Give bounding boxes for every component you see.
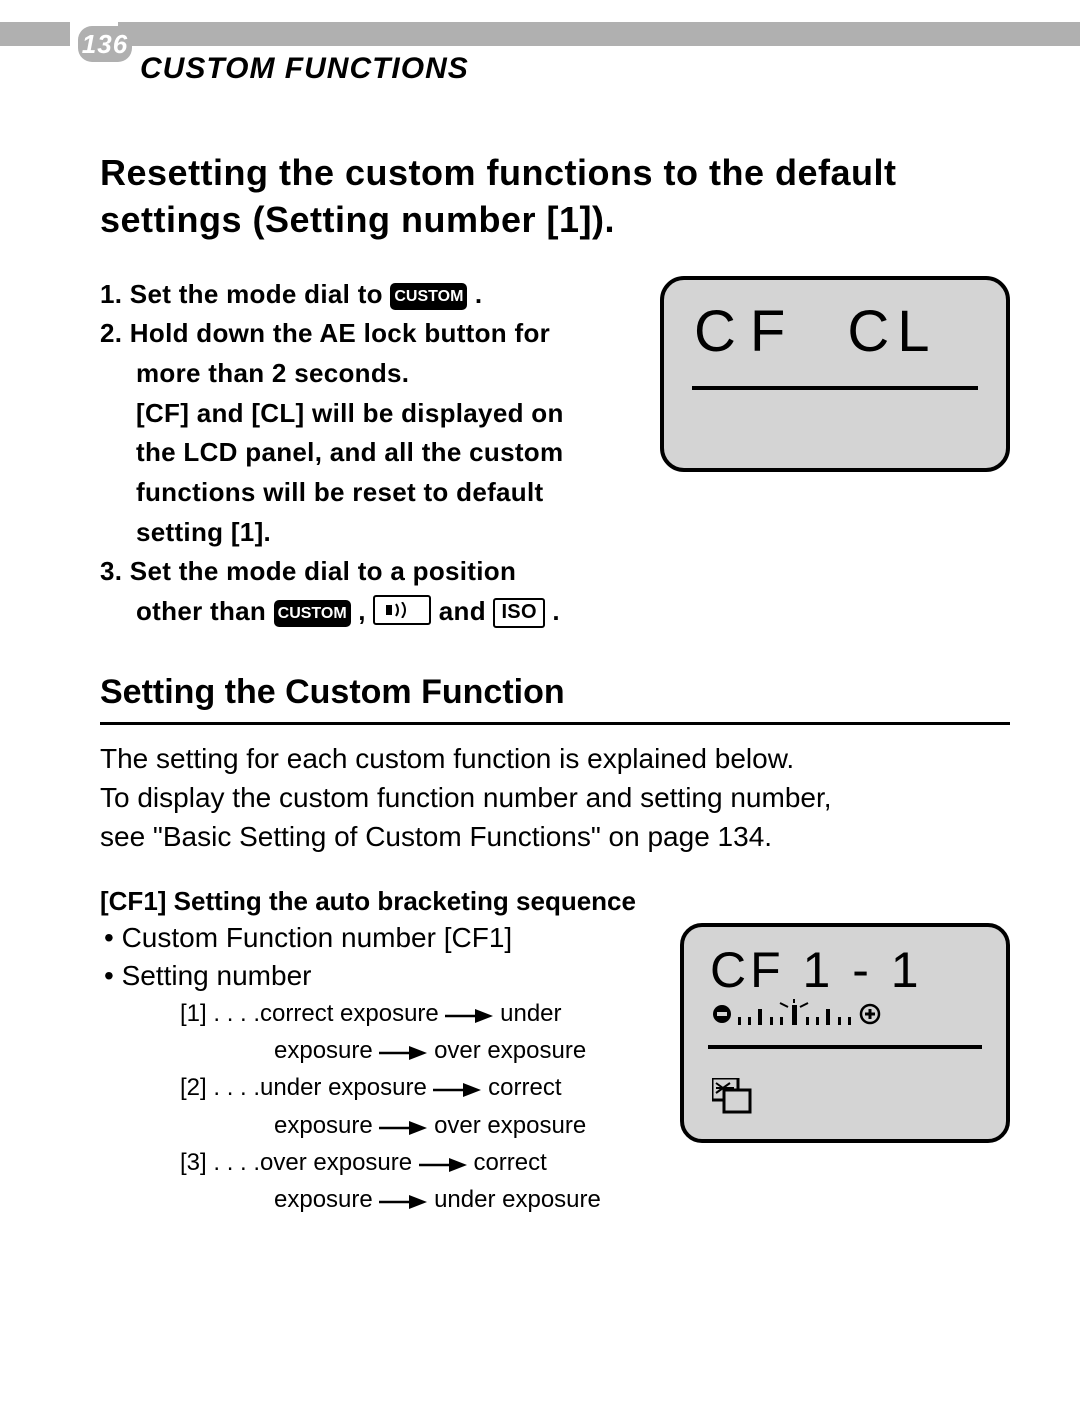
band-right: [118, 22, 1080, 46]
header-band: [0, 22, 1080, 46]
cf1-bullets: • Custom Function number [CF1] • Setting…: [100, 919, 662, 995]
arrow-icon: [433, 1083, 481, 1097]
cf1-opt2-b: correct: [488, 1074, 561, 1101]
page-number-badge: 136: [78, 26, 132, 62]
cf1-block: [CF1] Setting the auto bracketing sequen…: [100, 886, 1010, 1218]
lcd-panel-1: CF CL: [660, 276, 1010, 476]
arrow-icon: [379, 1121, 427, 1135]
cf1-bullet-1: • Custom Function number [CF1]: [100, 919, 662, 957]
lcd-box-2: CF 1 - 1: [680, 923, 1010, 1143]
iso-chip: ISO: [493, 598, 544, 628]
step-1: 1. Set the mode dial to CUSTOM .: [100, 276, 630, 314]
content: Resetting the custom functions to the de…: [100, 150, 1010, 1218]
cf1-opt2-d: over exposure: [434, 1112, 586, 1139]
arrow-icon: [445, 1009, 493, 1023]
step-3-part-d: .: [545, 596, 560, 626]
cf1-opt2-a: [2] . . . .under exposure: [180, 1074, 433, 1101]
cf1-opt3-a: [3] . . . .over exposure: [180, 1149, 419, 1176]
cf1-opt1-cont: exposure over exposure: [180, 1032, 662, 1069]
step-3-line-1: 3. Set the mode dial to a position: [100, 553, 630, 591]
steps-list: 1. Set the mode dial to CUSTOM . 2. Hold…: [100, 276, 630, 633]
lcd-1-divider: [692, 386, 978, 390]
band-left: [0, 22, 70, 46]
step-2-line-5: functions will be reset to default: [100, 474, 630, 512]
cf1-opt2: [2] . . . .under exposure correct: [180, 1069, 662, 1106]
step-1-suffix: .: [467, 279, 482, 309]
lcd-2-exposure-scale: [710, 999, 920, 1029]
cf1-left: • Custom Function number [CF1] • Setting…: [100, 917, 662, 1218]
body-line-1: The setting for each custom function is …: [100, 743, 794, 774]
step-1-prefix: 1. Set the mode dial to: [100, 279, 390, 309]
body-paragraph: The setting for each custom function is …: [100, 739, 1010, 857]
lcd-1-text: CF CL: [694, 298, 937, 365]
remote-icon: [373, 595, 431, 625]
step-2-line-1: 2. Hold down the AE lock button for: [100, 315, 630, 353]
cf1-opt3-b: correct: [473, 1149, 546, 1176]
cf1-opt3: [3] . . . .over exposure correct: [180, 1144, 662, 1181]
step-2-line-4: the LCD panel, and all the custom: [100, 434, 630, 472]
page: 136 CUSTOM FUNCTIONS Resetting the custo…: [0, 0, 1080, 1427]
lcd-1-right: CL: [847, 299, 937, 364]
custom-mode-chip-2: CUSTOM: [274, 600, 351, 627]
step-2-line-3: [CF] and [CL] will be displayed on: [100, 395, 630, 433]
lcd-1-left: CF: [694, 299, 799, 364]
step-2-line-2: more than 2 seconds.: [100, 355, 630, 393]
heading-line-2: settings (Setting number [1]).: [100, 199, 615, 240]
step-3-part-a: other than: [136, 596, 274, 626]
step-2-line-6: setting [1].: [100, 514, 630, 552]
body-line-3: see "Basic Setting of Custom Functions" …: [100, 821, 772, 852]
step-3-line-2: other than CUSTOM , and ISO .: [100, 593, 630, 631]
lcd-panel-2: CF 1 - 1: [680, 923, 1010, 1123]
cf1-opt1-a: [1] . . . .correct exposure: [180, 1000, 445, 1027]
step-3-part-b: ,: [351, 596, 374, 626]
lcd-2-text: CF 1 - 1: [710, 941, 923, 999]
cf1-title: [CF1] Setting the auto bracketing sequen…: [100, 886, 1010, 917]
cf1-opt1: [1] . . . .correct exposure under: [180, 995, 662, 1032]
page-heading: Resetting the custom functions to the de…: [100, 150, 1010, 244]
heading-line-1: Resetting the custom functions to the de…: [100, 152, 897, 193]
cf1-opt2-cont: exposure over exposure: [180, 1107, 662, 1144]
cf1-opt3-d: under exposure: [434, 1186, 601, 1213]
arrow-icon: [379, 1195, 427, 1209]
lcd-2-divider: [708, 1045, 982, 1049]
arrow-icon: [419, 1158, 467, 1172]
lcd-box-1: CF CL: [660, 276, 1010, 472]
step-3-part-c: and: [439, 596, 494, 626]
subheading: Setting the Custom Function: [100, 673, 1010, 725]
cf1-opt2-c: exposure: [274, 1112, 379, 1139]
cf1-bullet-2: • Setting number: [100, 957, 662, 995]
cf1-opt1-b: under: [500, 1000, 561, 1027]
continuous-drive-icon: [712, 1078, 758, 1119]
cf1-opt3-cont: exposure under exposure: [180, 1181, 662, 1218]
arrow-icon: [379, 1046, 427, 1060]
cf1-opt1-c: exposure: [274, 1037, 379, 1064]
body-line-2: To display the custom function number an…: [100, 782, 832, 813]
cf1-options: [1] . . . .correct exposure under exposu…: [100, 995, 662, 1218]
reset-section: 1. Set the mode dial to CUSTOM . 2. Hold…: [100, 276, 1010, 633]
custom-mode-chip: CUSTOM: [390, 283, 467, 310]
cf1-two-col: • Custom Function number [CF1] • Setting…: [100, 917, 1010, 1218]
cf1-opt1-d: over exposure: [434, 1037, 586, 1064]
section-title: CUSTOM FUNCTIONS: [140, 52, 469, 86]
cf1-opt3-c: exposure: [274, 1186, 379, 1213]
